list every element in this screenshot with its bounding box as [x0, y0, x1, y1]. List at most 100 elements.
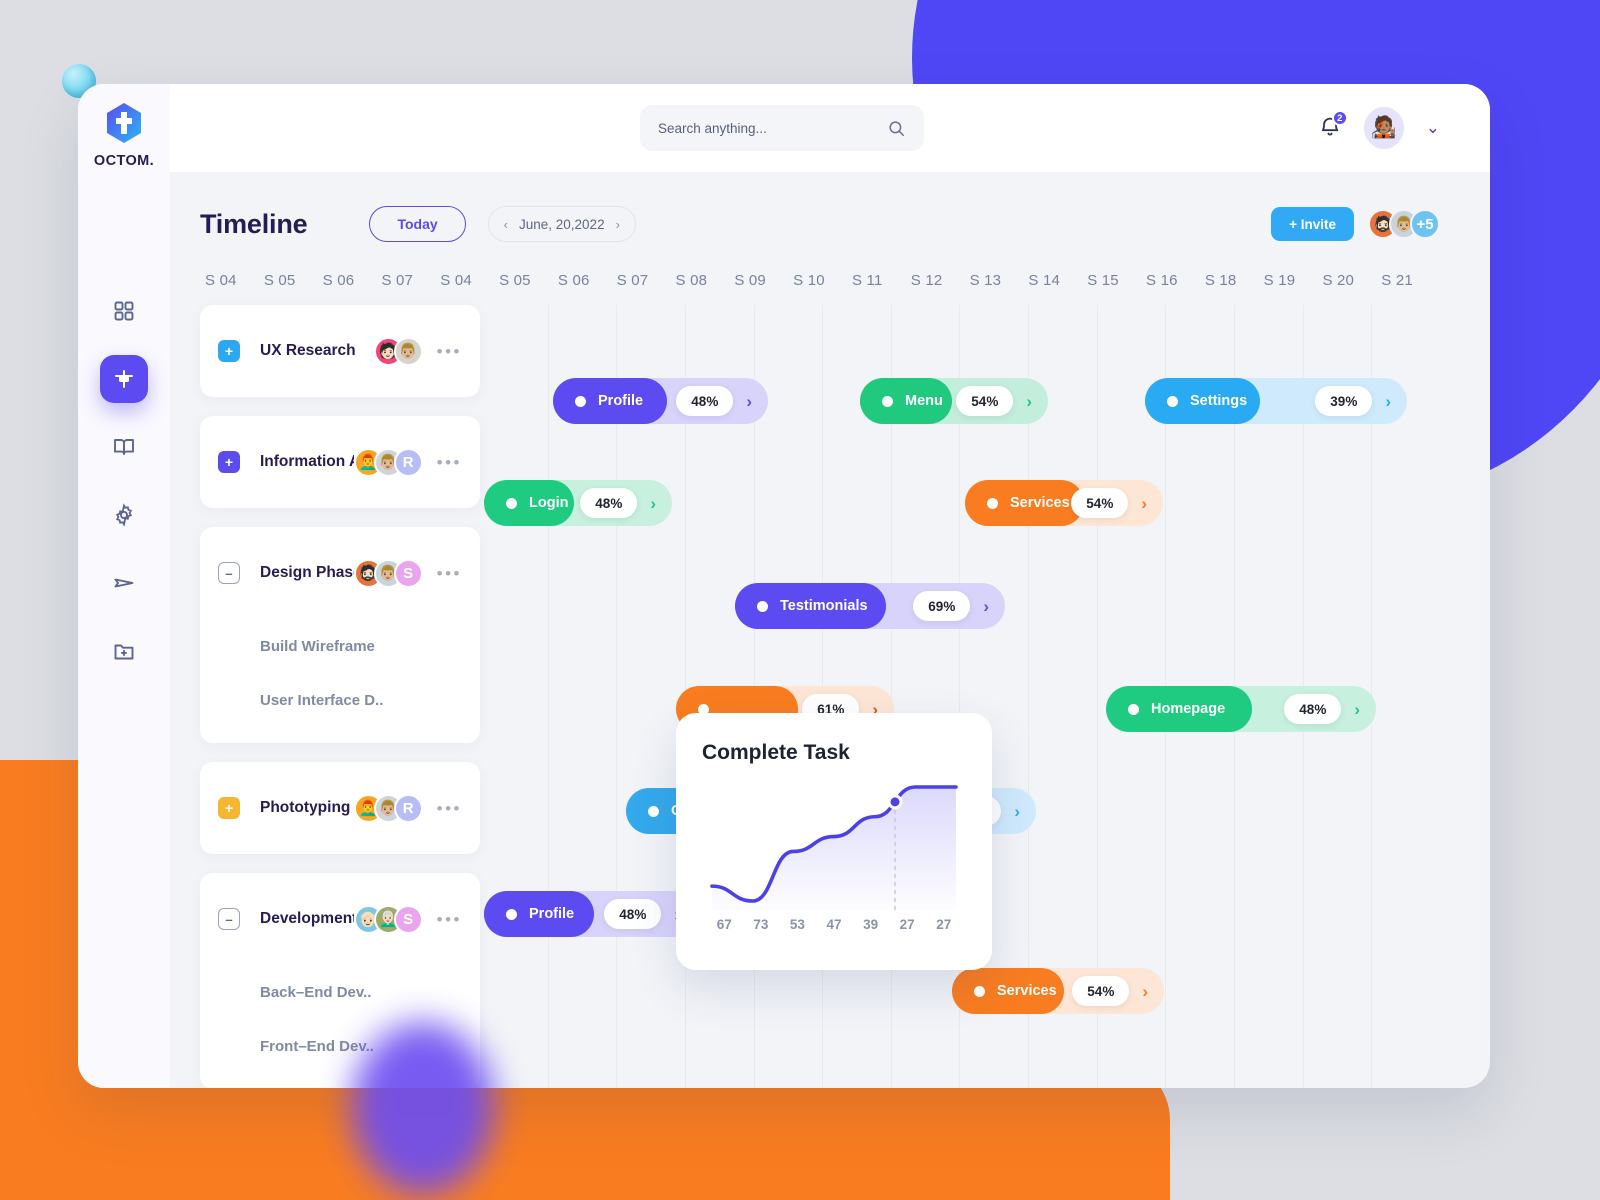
task-avatar[interactable]: S: [393, 558, 423, 588]
task-subitem[interactable]: User Interface D..: [218, 673, 462, 727]
main-area: 2 🧑🏽‍🎤 ⌄ Timeline Today ‹ June, 20,2022 …: [170, 84, 1490, 1088]
bar-status-dot: [987, 497, 998, 509]
gantt-bar[interactable]: Services 54% ›: [965, 480, 1163, 526]
task-menu-button[interactable]: •••: [437, 800, 462, 817]
avatar[interactable]: 🧑🏽‍🎤: [1363, 107, 1404, 149]
bar-status-dot: [506, 497, 517, 509]
gantt-bar-fill: Login: [484, 480, 575, 526]
task-menu-button[interactable]: •••: [437, 343, 462, 360]
task-card[interactable]: + Phototyping 👨‍🦰 👨🏼 R •••: [200, 762, 480, 854]
task-card[interactable]: + Information Arc...👨‍🦰👨🏼R •••: [200, 416, 480, 508]
bar-status-dot: [974, 985, 985, 997]
date-column-label: S 13: [969, 272, 1002, 289]
gantt-bar[interactable]: Profile48%›: [553, 378, 768, 424]
gantt-bar-tail: 39% ›: [1260, 386, 1407, 416]
gantt-bar-expand-icon[interactable]: ›: [746, 393, 752, 410]
task-avatar-stack[interactable]: 🧑🏻 👨🏼: [373, 336, 423, 366]
task-menu-button[interactable]: •••: [437, 565, 462, 582]
task-avatar[interactable]: R: [393, 447, 423, 477]
gantt-bar-expand-icon[interactable]: ›: [1014, 803, 1020, 820]
gantt-bar[interactable]: Homepage 48% ›: [1106, 686, 1376, 732]
gantt-bar[interactable]: Settings 39% ›: [1145, 378, 1407, 424]
gantt-bar-expand-icon[interactable]: ›: [1141, 495, 1147, 512]
sidebar-item-timeline[interactable]: [100, 355, 148, 403]
prev-date-button[interactable]: ‹: [504, 217, 508, 232]
sidebar-item-messages[interactable]: [100, 559, 148, 607]
complete-task-popup[interactable]: Complete Task 67 73 53 47 39 27 27: [676, 713, 992, 970]
gantt-bar-expand-icon[interactable]: ›: [1354, 701, 1360, 718]
gantt-bar-label: Testimonials: [780, 598, 868, 614]
gantt-bar-label: Homepage: [1151, 701, 1226, 717]
date-navigator[interactable]: ‹ June, 20,2022 ›: [487, 206, 636, 242]
task-avatar-stack[interactable]: 👨‍🦰 👨🏼 R: [353, 793, 423, 823]
task-subitem[interactable]: Build Wireframe: [218, 619, 462, 673]
task-name: UX Research: [260, 342, 356, 359]
task-menu-button[interactable]: •••: [437, 911, 462, 928]
task-avatar-stack[interactable]: 👴🏻 👨🏻‍🦳 S: [353, 904, 423, 934]
task-avatar-stack[interactable]: 👨‍🦰 👨🏼 R: [353, 447, 423, 477]
task-avatar[interactable]: S: [393, 904, 423, 934]
brand-logo: OCTOM.: [94, 102, 154, 169]
search-box[interactable]: [640, 105, 924, 151]
member-overflow-count[interactable]: +5: [1410, 209, 1440, 239]
task-card[interactable]: – Design Phase 🧔🏻 👨🏼 S ••• Build Wireframe User…: [200, 527, 480, 743]
task-card[interactable]: + UX Research 🧑🏻 👨🏼 •••: [200, 305, 480, 397]
gantt-bar-tail: 48% ›: [667, 386, 768, 416]
gantt-bar-expand-icon[interactable]: ›: [1142, 983, 1148, 1000]
gantt-bar-fill: Menu: [860, 378, 953, 424]
gantt-bar-percent: 48%: [676, 386, 734, 416]
gantt-bar[interactable]: Menu 54% ›: [860, 378, 1048, 424]
collapse-toggle-icon[interactable]: –: [218, 562, 240, 584]
chevron-down-icon[interactable]: ⌄: [1426, 118, 1440, 138]
chart-tick-label: 47: [826, 917, 842, 932]
search-icon: [889, 120, 904, 136]
task-card-header: + Information Arc...👨‍🦰👨🏼R •••: [218, 416, 462, 508]
task-avatar[interactable]: 👨🏼: [393, 336, 423, 366]
date-column-label: S 04: [440, 272, 472, 289]
gantt-bar-expand-icon[interactable]: ›: [1026, 393, 1032, 410]
date-column-label: S 05: [263, 272, 296, 289]
gantt-bar-fill: Services: [965, 480, 1084, 526]
gantt-bar[interactable]: Profile48%›: [484, 891, 696, 937]
search-input[interactable]: [658, 120, 877, 136]
gantt-bar-expand-icon[interactable]: ›: [983, 598, 989, 615]
task-menu-button[interactable]: •••: [437, 454, 462, 471]
today-button[interactable]: Today: [369, 206, 466, 242]
date-column-label: S 08: [675, 272, 708, 289]
gantt-bar-percent: 48%: [580, 488, 638, 518]
task-avatar[interactable]: R: [393, 793, 423, 823]
chart-tick-label: 73: [753, 917, 769, 932]
next-date-button[interactable]: ›: [616, 217, 620, 232]
gantt-bar-label: Services: [1010, 495, 1070, 511]
gantt-bar-expand-icon[interactable]: ›: [650, 495, 656, 512]
sidebar-item-library[interactable]: [100, 423, 148, 471]
gantt-bar[interactable]: Services 54% ›: [952, 968, 1164, 1014]
gantt-bar-tail: 48% ›: [1252, 694, 1376, 724]
date-column-label: S 09: [734, 272, 766, 289]
task-subitem[interactable]: Back–End Dev..: [218, 965, 462, 1019]
chart-tick-label: 39: [863, 917, 879, 932]
task-name: Design Phase: [260, 564, 354, 581]
collapse-toggle-icon[interactable]: –: [218, 908, 240, 930]
gantt-bar-percent: 54%: [956, 386, 1014, 416]
gantt-bar-expand-icon[interactable]: ›: [1385, 393, 1391, 410]
page-header: Timeline Today ‹ June, 20,2022 › + Invit…: [200, 202, 1440, 246]
date-column-label: S 15: [1087, 272, 1119, 289]
gantt-bar-label: Services: [997, 983, 1057, 999]
sidebar-item-new-project[interactable]: [100, 627, 148, 675]
sidebar-item-dashboard[interactable]: [100, 287, 148, 335]
expand-toggle-icon[interactable]: +: [218, 340, 240, 362]
task-avatar-stack[interactable]: 🧔🏻 👨🏼 S: [353, 558, 423, 588]
gantt-bar[interactable]: Testimonials 69% ›: [735, 583, 1005, 629]
sidebar-item-settings[interactable]: [100, 491, 148, 539]
member-avatar-stack[interactable]: 🧔🏻 👨🏼 +5: [1368, 209, 1440, 239]
gantt-bar[interactable]: Login 48% ›: [484, 480, 672, 526]
notifications-button[interactable]: 2: [1318, 110, 1348, 141]
date-column-label: S 11: [851, 272, 883, 289]
expand-toggle-icon[interactable]: +: [218, 451, 240, 473]
date-column-label: S 18: [1204, 272, 1237, 289]
expand-toggle-icon[interactable]: +: [218, 797, 240, 819]
gantt-bar-tail: 54% ›: [1064, 976, 1164, 1006]
invite-button[interactable]: + Invite: [1271, 207, 1354, 241]
octom-logo-icon: [106, 103, 141, 143]
